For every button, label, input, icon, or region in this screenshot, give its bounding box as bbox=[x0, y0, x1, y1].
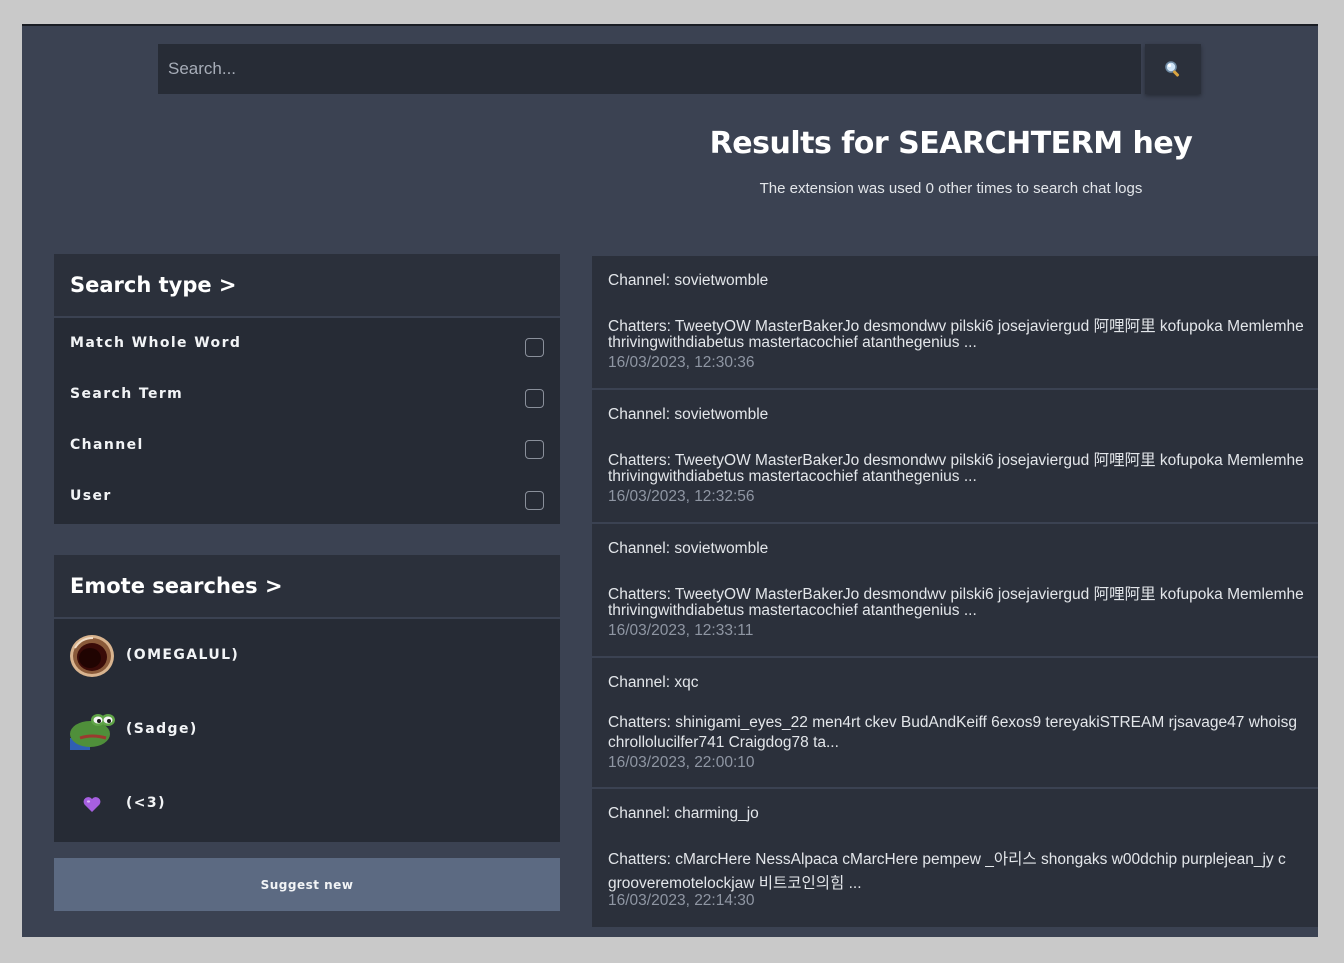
result-channel: Channel: charming_jo bbox=[608, 805, 759, 822]
result-chatters-cont: grooveremotelockjaw 비트코인의힘 ... bbox=[608, 875, 862, 892]
app-panel: Results for SEARCHTERM hey The extension… bbox=[22, 24, 1318, 937]
result-chatters-cont: thrivingwithdiabetus mastertacochief ata… bbox=[608, 334, 977, 351]
match-whole-word-checkbox[interactable] bbox=[525, 338, 544, 357]
option-user: User bbox=[54, 471, 560, 522]
option-label: Match Whole Word bbox=[70, 335, 242, 351]
purple-heart-icon bbox=[68, 781, 116, 827]
result-channel: Channel: sovietwomble bbox=[608, 406, 769, 423]
results-list: Channel: sovietwomble Chatters: TweetyOW… bbox=[592, 256, 1318, 929]
option-label: User bbox=[70, 488, 112, 504]
result-chatters: Chatters: TweetyOW MasterBakerJo desmond… bbox=[608, 586, 1304, 603]
page-title: Results for SEARCHTERM hey bbox=[709, 126, 1193, 161]
search-icon bbox=[1165, 61, 1180, 77]
result-chatters: Chatters: TweetyOW MasterBakerJo desmond… bbox=[608, 318, 1304, 335]
page-subtitle: The extension was used 0 other times to … bbox=[759, 180, 1143, 197]
result-timestamp: 16/03/2023, 22:14:30 bbox=[608, 892, 755, 909]
result-item[interactable]: Channel: sovietwomble Chatters: TweetyOW… bbox=[592, 524, 1318, 658]
result-item[interactable]: Channel: sovietwomble Chatters: TweetyOW… bbox=[592, 256, 1318, 390]
result-item[interactable]: Channel: charming_jo Chatters: cMarcHere… bbox=[592, 789, 1318, 929]
emote-searches-panel: Emote searches > (OMEGALUL) (Sadge) (<3) bbox=[54, 555, 560, 842]
search-type-panel: Search type > Match Whole Word Search Te… bbox=[54, 254, 560, 524]
search-bar bbox=[158, 44, 1201, 94]
result-chatters-cont: chrollolucilfer741 Craigdog78 ta... bbox=[608, 734, 839, 751]
user-checkbox[interactable] bbox=[525, 491, 544, 510]
option-search-term: Search Term bbox=[54, 369, 560, 420]
omegalul-emote-icon bbox=[68, 633, 116, 679]
search-button[interactable] bbox=[1145, 44, 1201, 94]
result-chatters-cont: thrivingwithdiabetus mastertacochief ata… bbox=[608, 468, 977, 485]
emote-label: (<3) bbox=[126, 795, 166, 811]
suggest-new-button[interactable]: Suggest new bbox=[54, 858, 560, 911]
option-label: Search Term bbox=[70, 386, 184, 402]
result-chatters-cont: thrivingwithdiabetus mastertacochief ata… bbox=[608, 602, 977, 619]
result-channel: Channel: sovietwomble bbox=[608, 272, 769, 289]
emote-item-omegalul[interactable]: (OMEGALUL) bbox=[54, 619, 560, 693]
search-input[interactable] bbox=[158, 44, 1141, 94]
emote-label: (Sadge) bbox=[126, 721, 198, 737]
result-chatters: Chatters: TweetyOW MasterBakerJo desmond… bbox=[608, 452, 1304, 469]
result-item[interactable]: Channel: xqc Chatters: shinigami_eyes_22… bbox=[592, 658, 1318, 789]
channel-checkbox[interactable] bbox=[525, 440, 544, 459]
option-match-whole-word: Match Whole Word bbox=[54, 318, 560, 369]
option-label: Channel bbox=[70, 437, 144, 453]
result-chatters: Chatters: shinigami_eyes_22 men4rt ckev … bbox=[608, 714, 1297, 731]
result-chatters: Chatters: cMarcHere NessAlpaca cMarcHere… bbox=[608, 851, 1286, 868]
result-timestamp: 16/03/2023, 12:30:36 bbox=[608, 354, 755, 371]
emote-label: (OMEGALUL) bbox=[126, 647, 240, 663]
search-type-header[interactable]: Search type > bbox=[54, 254, 560, 318]
result-channel: Channel: xqc bbox=[608, 674, 699, 691]
result-item[interactable]: Channel: sovietwomble Chatters: TweetyOW… bbox=[592, 390, 1318, 524]
result-channel: Channel: sovietwomble bbox=[608, 540, 769, 557]
search-term-checkbox[interactable] bbox=[525, 389, 544, 408]
result-timestamp: 16/03/2023, 22:00:10 bbox=[608, 754, 755, 771]
result-timestamp: 16/03/2023, 12:33:11 bbox=[608, 622, 754, 639]
emote-searches-header[interactable]: Emote searches > bbox=[54, 555, 560, 619]
emote-item-heart[interactable]: (<3) bbox=[54, 767, 560, 841]
sadge-emote-icon bbox=[68, 707, 116, 753]
result-timestamp: 16/03/2023, 12:32:56 bbox=[608, 488, 755, 505]
option-channel: Channel bbox=[54, 420, 560, 471]
emote-item-sadge[interactable]: (Sadge) bbox=[54, 693, 560, 767]
